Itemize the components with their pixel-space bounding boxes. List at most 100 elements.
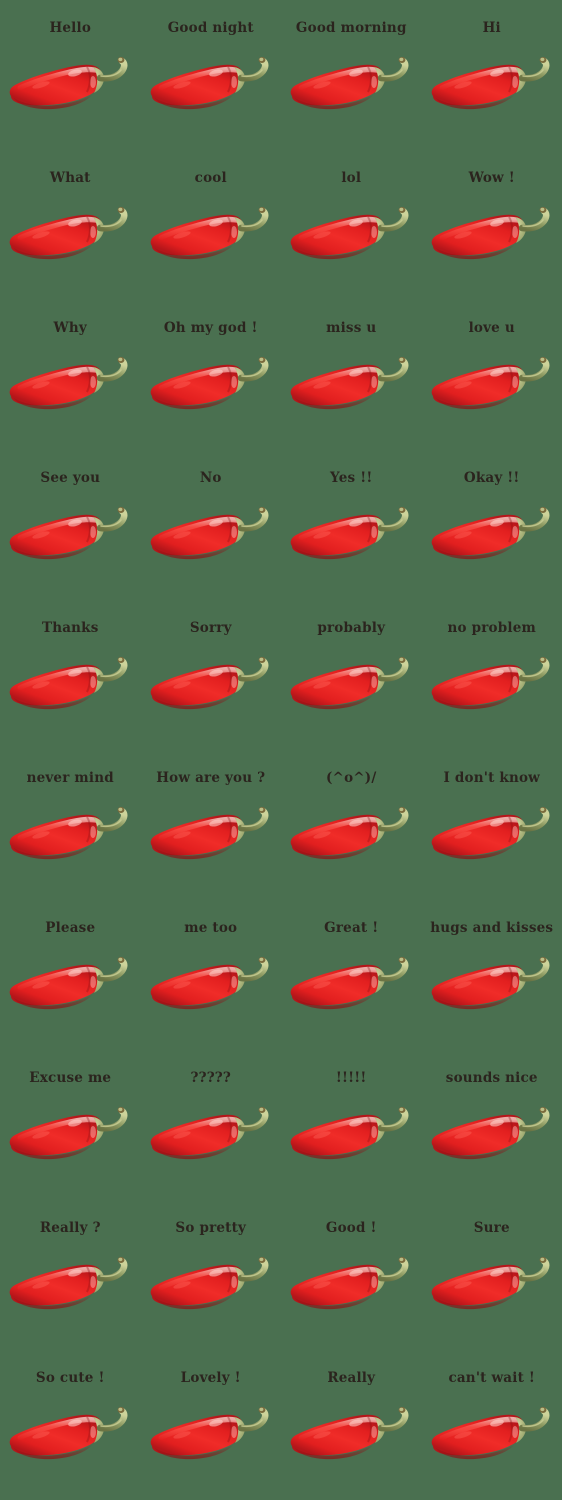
sticker-cell[interactable]: Excuse me — [0, 1050, 140, 1200]
red-chili-pepper-icon — [427, 51, 557, 117]
sticker-cell[interactable]: Hello — [0, 0, 140, 150]
sticker-caption: probably — [317, 620, 386, 636]
sticker-cell[interactable]: Good morning — [281, 0, 421, 150]
red-chili-pepper-icon — [286, 351, 416, 417]
sticker-cell[interactable]: Thanks — [0, 600, 140, 750]
sticker-caption: What — [49, 170, 91, 186]
sticker-cell[interactable]: sounds nice — [422, 1050, 562, 1200]
sticker-cell[interactable]: Yes !! — [281, 450, 421, 600]
sticker-caption: Oh my god ! — [163, 320, 258, 336]
sticker-cell[interactable]: I don't know — [422, 750, 562, 900]
sticker-caption: Really ? — [39, 1220, 101, 1236]
red-chili-pepper-icon — [286, 801, 416, 867]
red-chili-pepper-icon — [146, 351, 276, 417]
sticker-cell[interactable]: !!!!! — [281, 1050, 421, 1200]
sticker-cell[interactable]: Okay !! — [422, 450, 562, 600]
sticker-cell[interactable]: ????? — [141, 1050, 281, 1200]
sticker-cell[interactable]: (^o^)/ — [281, 750, 421, 900]
sticker-cell[interactable]: So pretty — [141, 1200, 281, 1350]
sticker-cell[interactable]: Please — [0, 900, 140, 1050]
sticker-caption: Good night — [167, 20, 254, 36]
sticker-caption: I don't know — [443, 770, 541, 786]
red-chili-pepper-icon — [286, 1401, 416, 1467]
red-chili-pepper-icon — [5, 51, 135, 117]
red-chili-pepper-icon — [427, 951, 557, 1017]
sticker-cell[interactable]: Wow ! — [422, 150, 562, 300]
sticker-cell[interactable]: cool — [141, 150, 281, 300]
red-chili-pepper-icon — [146, 651, 276, 717]
sticker-cell[interactable]: miss u — [281, 300, 421, 450]
red-chili-pepper-icon — [286, 651, 416, 717]
sticker-caption: never mind — [26, 770, 114, 786]
sticker-cell[interactable]: love u — [422, 300, 562, 450]
sticker-cell[interactable]: Great ! — [281, 900, 421, 1050]
red-chili-pepper-icon — [286, 1251, 416, 1317]
sticker-caption: So pretty — [175, 1220, 247, 1236]
sticker-cell[interactable]: Good ! — [281, 1200, 421, 1350]
red-chili-pepper-icon — [286, 501, 416, 567]
red-chili-pepper-icon — [286, 1101, 416, 1167]
sticker-cell[interactable]: Sorry — [141, 600, 281, 750]
sticker-caption: Okay !! — [463, 470, 520, 486]
red-chili-pepper-icon — [5, 501, 135, 567]
sticker-caption: can't wait ! — [448, 1370, 536, 1386]
sticker-caption: See you — [40, 470, 101, 486]
red-chili-pepper-icon — [146, 51, 276, 117]
sticker-caption: cool — [194, 170, 227, 186]
sticker-caption: sounds nice — [445, 1070, 538, 1086]
sticker-caption: Sorry — [189, 620, 232, 636]
red-chili-pepper-icon — [427, 501, 557, 567]
sticker-cell[interactable]: Why — [0, 300, 140, 450]
red-chili-pepper-icon — [146, 1251, 276, 1317]
red-chili-pepper-icon — [286, 951, 416, 1017]
sticker-cell[interactable]: So cute ! — [0, 1350, 140, 1500]
sticker-caption: Good morning — [295, 20, 407, 36]
sticker-caption: Hello — [49, 20, 92, 36]
sticker-caption: ????? — [190, 1070, 232, 1086]
sticker-sheet: Hello Good night Good morning Hi What co… — [0, 0, 562, 1500]
sticker-cell[interactable]: Sure — [422, 1200, 562, 1350]
red-chili-pepper-icon — [5, 801, 135, 867]
red-chili-pepper-icon — [146, 501, 276, 567]
sticker-cell[interactable]: Lovely ! — [141, 1350, 281, 1500]
red-chili-pepper-icon — [427, 1101, 557, 1167]
sticker-caption: Why — [53, 320, 87, 336]
sticker-cell[interactable]: How are you ? — [141, 750, 281, 900]
sticker-cell[interactable]: me too — [141, 900, 281, 1050]
red-chili-pepper-icon — [5, 1401, 135, 1467]
sticker-cell[interactable]: never mind — [0, 750, 140, 900]
sticker-caption: So cute ! — [35, 1370, 105, 1386]
sticker-caption: Yes !! — [330, 470, 373, 486]
red-chili-pepper-icon — [146, 801, 276, 867]
sticker-cell[interactable]: lol — [281, 150, 421, 300]
sticker-caption: Please — [45, 920, 96, 936]
sticker-caption: lol — [341, 170, 362, 186]
sticker-cell[interactable]: no problem — [422, 600, 562, 750]
red-chili-pepper-icon — [146, 201, 276, 267]
red-chili-pepper-icon — [5, 1251, 135, 1317]
sticker-cell[interactable]: Oh my god ! — [141, 300, 281, 450]
sticker-caption: Excuse me — [29, 1070, 112, 1086]
sticker-caption: Wow ! — [468, 170, 515, 186]
sticker-caption: Sure — [473, 1220, 510, 1236]
sticker-cell[interactable]: No — [141, 450, 281, 600]
sticker-cell[interactable]: See you — [0, 450, 140, 600]
sticker-cell[interactable]: hugs and kisses — [422, 900, 562, 1050]
sticker-cell[interactable]: Good night — [141, 0, 281, 150]
sticker-cell[interactable]: Really ? — [0, 1200, 140, 1350]
sticker-caption: Thanks — [41, 620, 99, 636]
red-chili-pepper-icon — [5, 1101, 135, 1167]
sticker-caption: Lovely ! — [180, 1370, 241, 1386]
sticker-caption: no problem — [447, 620, 537, 636]
sticker-cell[interactable]: probably — [281, 600, 421, 750]
sticker-cell[interactable]: can't wait ! — [422, 1350, 562, 1500]
sticker-cell[interactable]: Really — [281, 1350, 421, 1500]
red-chili-pepper-icon — [5, 651, 135, 717]
sticker-cell[interactable]: What — [0, 150, 140, 300]
red-chili-pepper-icon — [146, 951, 276, 1017]
sticker-cell[interactable]: Hi — [422, 0, 562, 150]
red-chili-pepper-icon — [5, 201, 135, 267]
sticker-caption: Great ! — [324, 920, 379, 936]
red-chili-pepper-icon — [427, 801, 557, 867]
sticker-caption: miss u — [326, 320, 377, 336]
